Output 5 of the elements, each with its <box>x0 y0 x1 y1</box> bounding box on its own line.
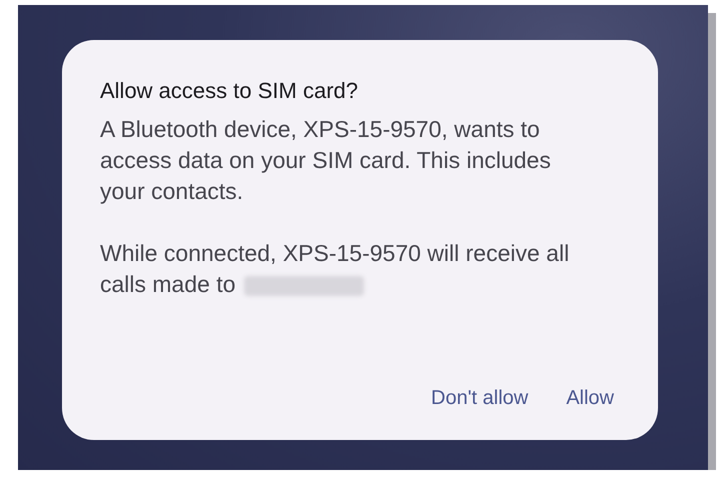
dialog-message: A Bluetooth device, XPS-15-9570, wants to access data on your SIM card. This includes your contacts. <box>100 116 551 204</box>
dialog-button[interactable]: Don't allow <box>423 381 536 416</box>
dialog-message: While connected, XPS-15-9570 will receive all calls made to <box>100 240 570 297</box>
dialog-button[interactable]: Allow <box>558 381 622 416</box>
dialog-title: Allow access to SIM card? <box>100 78 359 104</box>
